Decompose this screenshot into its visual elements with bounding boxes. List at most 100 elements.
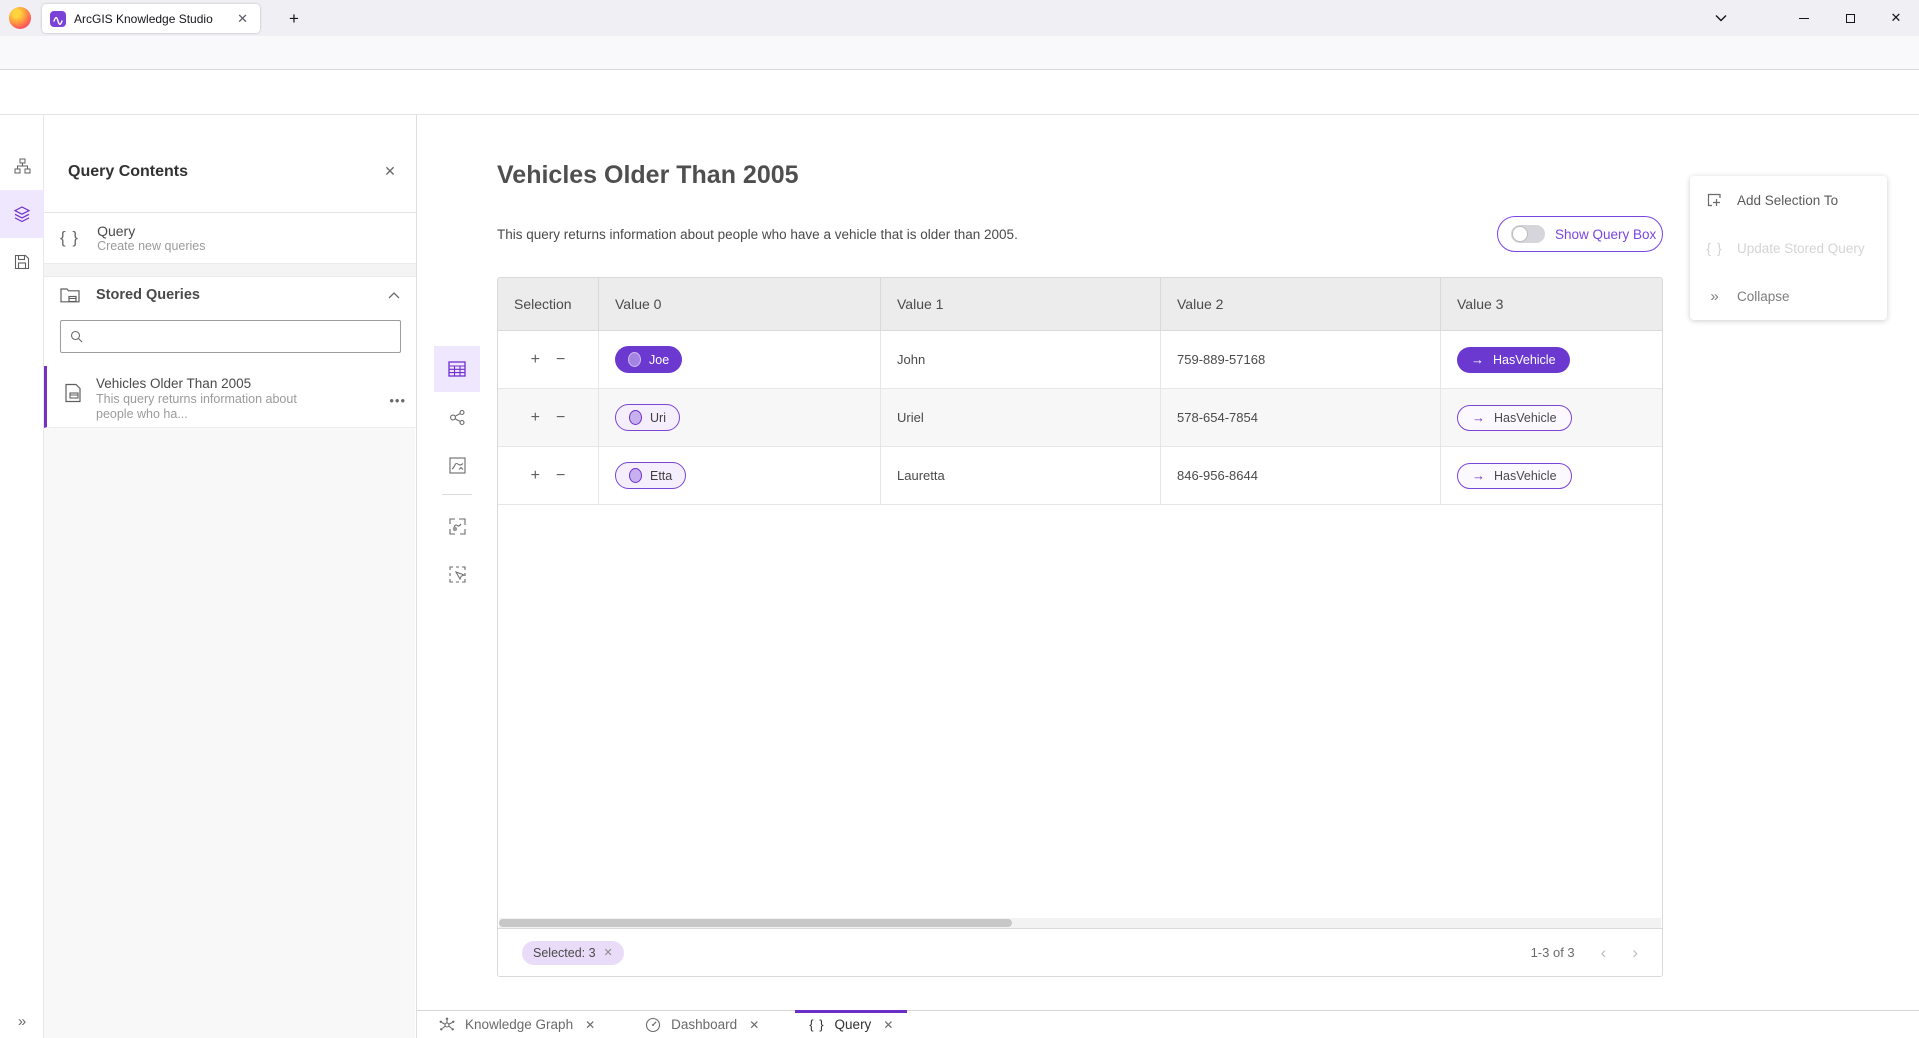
braces-icon: { }	[809, 1017, 824, 1032]
column-header-value2[interactable]: Value 2	[1161, 278, 1441, 330]
row-add-icon[interactable]: +	[531, 410, 540, 426]
stored-query-doc-icon	[64, 383, 82, 403]
column-header-value3[interactable]: Value 3	[1441, 278, 1663, 330]
entity-pill[interactable]: Uri	[615, 404, 680, 431]
table-options-menu: Add Selection To { } Update Stored Query…	[1690, 176, 1887, 320]
rail-save-button[interactable]	[0, 238, 44, 286]
tab-dashboard[interactable]: Dashboard ✕	[631, 1011, 773, 1038]
map-view-button[interactable]	[434, 442, 480, 488]
cell-value1[interactable]: Lauretta	[881, 447, 1161, 504]
tab-close-icon[interactable]: ✕	[233, 9, 252, 29]
add-to-map-button[interactable]	[434, 503, 480, 549]
stored-queries-title: Stored Queries	[96, 287, 372, 303]
panel-separator	[44, 263, 416, 277]
row-remove-icon[interactable]: −	[556, 468, 565, 484]
pagination-prev-icon[interactable]: ‹	[1601, 944, 1607, 961]
entity-dot-icon	[629, 468, 642, 483]
bottom-tab-bar: Knowledge Graph ✕ Dashboard ✕ { } Query …	[417, 1010, 1919, 1038]
selected-count-chip[interactable]: Selected: 3 ✕	[522, 941, 624, 965]
stored-queries-header[interactable]: Stored Queries	[44, 277, 416, 313]
cell-value1[interactable]: John	[881, 331, 1161, 388]
stored-query-title: Vehicles Older Than 2005	[96, 375, 308, 392]
cell-value2[interactable]: 578-654-7854	[1161, 389, 1441, 446]
row-add-icon[interactable]: +	[531, 468, 540, 484]
arcgis-favicon-icon	[50, 11, 66, 27]
double-chevron-icon: »	[1706, 288, 1723, 305]
cell-value1[interactable]: Uriel	[881, 389, 1161, 446]
stored-query-options-icon[interactable]: •••	[389, 375, 406, 427]
menu-item-update-stored-query: { } Update Stored Query	[1690, 224, 1887, 272]
relationship-pill[interactable]: →HasVehicle	[1457, 463, 1572, 489]
query-title: Vehicles Older Than 2005	[497, 161, 799, 190]
table-footer: Selected: 3 ✕ 1-3 of 3 ‹ ›	[498, 928, 1662, 976]
tab-close-icon[interactable]: ✕	[585, 1018, 595, 1032]
selection-tool-button[interactable]	[434, 551, 480, 597]
column-header-value1[interactable]: Value 1	[881, 278, 1161, 330]
stored-query-description: This query returns information about peo…	[96, 392, 308, 422]
menu-item-add-selection-to[interactable]: Add Selection To	[1690, 176, 1887, 224]
browser-tab-arcgis[interactable]: ArcGIS Knowledge Studio ✕	[42, 4, 260, 33]
chevron-up-icon[interactable]	[388, 292, 400, 299]
panel-title: Query Contents	[68, 163, 188, 181]
arrow-right-icon: →	[1472, 410, 1485, 425]
entity-dot-icon	[628, 352, 641, 367]
tab-query[interactable]: { } Query ✕	[795, 1011, 907, 1038]
search-icon	[70, 330, 83, 343]
cell-value2[interactable]: 846-956-8644	[1161, 447, 1441, 504]
folder-icon	[60, 287, 80, 304]
tab-close-icon[interactable]: ✕	[883, 1018, 893, 1032]
table-row: + − Etta Lauretta 846-956-8644 →HasVehic…	[498, 447, 1662, 505]
horizontal-scrollbar[interactable]	[499, 918, 1661, 928]
query-description: This query returns information about peo…	[497, 227, 1018, 242]
stored-query-item[interactable]: Vehicles Older Than 2005 This query retu…	[44, 366, 416, 428]
window-close-button[interactable]: ✕	[1873, 0, 1919, 36]
browser-tab-bar: ArcGIS Knowledge Studio ✕ + ✕	[0, 0, 1919, 36]
stored-queries-searchbox[interactable]	[60, 320, 401, 353]
rail-contents-button[interactable]	[0, 190, 44, 238]
row-remove-icon[interactable]: −	[556, 410, 565, 426]
query-create-item[interactable]: { } Query Create new queries	[44, 213, 416, 263]
cell-value2[interactable]: 759-889-57168	[1161, 331, 1441, 388]
window-maximize-button[interactable]	[1827, 0, 1873, 36]
tab-knowledge-graph[interactable]: Knowledge Graph ✕	[425, 1011, 609, 1038]
tab-close-icon[interactable]: ✕	[749, 1018, 759, 1032]
query-contents-panel: Query Contents ✕ { } Query Create new qu…	[44, 115, 417, 1038]
list-all-tabs-icon[interactable]	[1705, 0, 1737, 36]
query-item-label: Query	[97, 223, 205, 239]
stored-queries-list-background	[44, 428, 415, 1038]
dashboard-gauge-icon	[645, 1017, 661, 1033]
add-selection-icon	[1706, 193, 1723, 208]
toolbar-divider	[442, 494, 472, 495]
arrow-right-icon: →	[1472, 468, 1485, 483]
clear-selection-icon[interactable]: ✕	[604, 946, 613, 959]
menu-item-collapse[interactable]: » Collapse	[1690, 272, 1887, 320]
table-row: + − Joe John 759-889-57168 →HasVehicle	[498, 331, 1662, 389]
row-add-icon[interactable]: +	[531, 352, 540, 368]
toggle-switch[interactable]	[1511, 225, 1545, 243]
table-row: + − Uri Uriel 578-654-7854 →HasVehicle	[498, 389, 1662, 447]
pagination-next-icon[interactable]: ›	[1632, 944, 1638, 961]
panel-close-icon[interactable]: ✕	[378, 159, 402, 183]
panel-header: Query Contents ✕	[44, 115, 416, 213]
relationship-pill[interactable]: →HasVehicle	[1457, 347, 1570, 373]
link-chart-view-button[interactable]	[434, 394, 480, 440]
row-remove-icon[interactable]: −	[556, 352, 565, 368]
scrollbar-thumb[interactable]	[499, 919, 1012, 927]
entity-pill[interactable]: Joe	[615, 346, 682, 373]
rail-expand-icon[interactable]: »	[0, 1006, 44, 1036]
show-query-box-toggle[interactable]: Show Query Box	[1497, 216, 1663, 252]
arrow-right-icon: →	[1471, 352, 1484, 367]
stored-queries-search-input[interactable]	[91, 329, 391, 344]
rail-data-model-button[interactable]	[0, 142, 44, 190]
firefox-icon[interactable]	[9, 7, 31, 29]
table-header-row: Selection Value 0 Value 1 Value 2 Value …	[498, 278, 1662, 331]
entity-pill[interactable]: Etta	[615, 462, 686, 489]
entity-dot-icon	[629, 410, 642, 425]
relationship-pill[interactable]: →HasVehicle	[1457, 405, 1572, 431]
column-header-selection[interactable]: Selection	[498, 278, 599, 330]
column-header-value0[interactable]: Value 0	[599, 278, 881, 330]
query-item-sublabel: Create new queries	[97, 239, 205, 254]
new-tab-button[interactable]: +	[282, 7, 306, 31]
table-view-button[interactable]	[434, 346, 480, 392]
window-minimize-button[interactable]	[1781, 0, 1827, 36]
